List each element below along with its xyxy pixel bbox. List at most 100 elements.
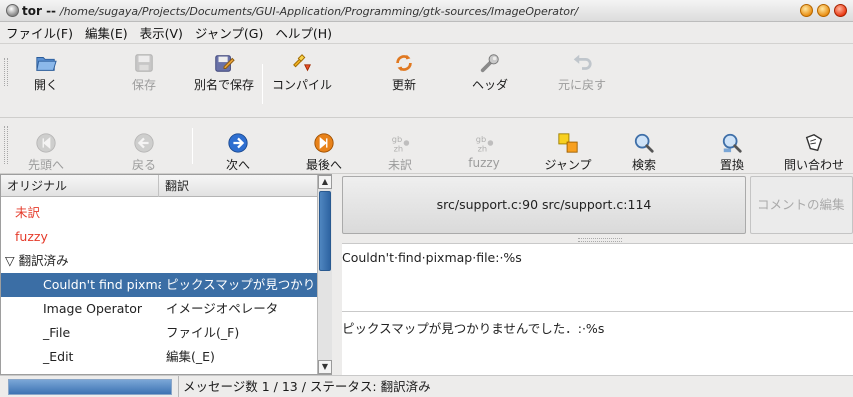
next-icon [228,133,248,153]
jump-icon [558,133,578,153]
original-text-view[interactable]: Couldn't·find·pixmap·file:·%s [342,243,853,311]
compile-label: コンパイル [271,78,332,92]
first-icon [36,133,56,153]
toolbar-separator [262,64,263,104]
fuzzy-button[interactable]: gb zh fuzzy [452,132,516,170]
next-label: 次へ [225,158,250,172]
jump-button[interactable]: ジャンプ [536,132,600,173]
edit-comment-button[interactable]: コメントの編集 [750,176,853,234]
window-titlebar: tor -- /home/sugaya/Projects/Documents/G… [0,0,853,22]
tree-row-translated-group[interactable]: ▽ 翻訳済み [1,249,317,273]
menu-file[interactable]: ファイル(F) [6,23,73,42]
tree-row[interactable]: _Edit 編集(_E) [1,345,317,369]
row-original: Image Operator [43,301,143,316]
header-label: ヘッダ [471,78,508,92]
fuzzy-label: fuzzy [468,156,500,170]
tree-scrollbar[interactable]: ▲ ▼ [317,175,332,374]
translation-progress-bar [8,379,172,395]
row-translation: ピックスマップが見つかりませんでした [166,277,316,292]
next-button[interactable]: 次へ [206,132,270,173]
menubar: ファイル(F) 編集(E) 表示(V) ジャンプ(G) ヘルプ(H) [0,22,853,44]
svg-text:zh: zh [394,143,404,153]
toolbar-grip[interactable] [4,126,8,164]
svg-text:zh: zh [478,143,488,153]
save-as-button[interactable]: 別名で保存 [192,52,256,93]
query-label: 問い合わせ [783,158,844,172]
last-label: 最後へ [305,158,342,172]
row-translation: 編集(_E) [166,349,215,364]
compile-button[interactable]: コンパイル [270,52,334,93]
last-icon [314,133,334,153]
statusbar: メッセージ数 1 / 13 / ステータス: 翻訳済み [0,375,853,397]
update-label: 更新 [391,78,416,92]
header-button[interactable]: ヘッダ [458,52,522,93]
fuzzy-icon: gb zh [476,134,494,153]
save-as-label: 別名で保存 [193,78,254,92]
open-button[interactable]: 開く [14,52,78,93]
tree-row-selected[interactable]: Couldn't find pixmap file: %s ピックスマップが見つ… [1,273,317,297]
window-title-path: /home/sugaya/Projects/Documents/GUI-Appl… [59,4,579,18]
column-header-translation[interactable]: 翻訳 [159,175,317,197]
undo-button[interactable]: 元に戻す [550,52,614,93]
query-button[interactable]: 問い合わせ [782,132,846,173]
first-label: 先頭へ [27,158,64,172]
tree-row[interactable]: Image Operator イメージオペレータ [1,297,317,321]
save-button[interactable]: 保存 [112,52,176,93]
update-icon [396,54,412,72]
maximize-button[interactable] [817,4,830,17]
compile-icon [293,54,311,72]
scrollbar-thumb[interactable] [319,191,331,271]
toolbar-separator [192,128,193,164]
tree-row-untranslated[interactable]: 未訳 [1,201,317,225]
untranslated-label: 未訳 [387,158,412,172]
update-button[interactable]: 更新 [372,52,436,93]
menu-help[interactable]: ヘルプ(H) [275,23,332,42]
close-button[interactable] [834,4,847,17]
window-title-prefix: tor -- [22,3,57,18]
tree-row-fuzzy[interactable]: fuzzy [1,225,317,249]
tree-row[interactable]: _File ファイル(_F) [1,321,317,345]
untranslated-button[interactable]: gb zh 未訳 [368,132,432,173]
save-icon [135,54,153,72]
row-original: _File [43,325,71,340]
app-icon[interactable] [6,4,19,17]
replace-icon [722,133,742,153]
minimize-button[interactable] [800,4,813,17]
message-tree[interactable]: オリジナル 翻訳 未訳 fuzzy ▽ 翻訳済み Couldn't find p… [0,174,332,375]
menu-view[interactable]: 表示(V) [140,23,183,42]
undo-label: 元に戻す [557,78,606,92]
scroll-up-arrow-icon[interactable]: ▲ [318,175,332,189]
jump-label: ジャンプ [544,158,592,172]
row-original: Couldn't find pixmap file: %s [43,277,161,292]
search-label: 検索 [631,158,656,172]
menu-jump[interactable]: ジャンプ(G) [195,23,263,42]
row-original: 未訳 [15,205,41,220]
tree-header: オリジナル 翻訳 [1,175,317,197]
row-original: ▽ 翻訳済み [5,253,69,268]
replace-label: 置換 [719,158,744,172]
pane-handle[interactable] [578,238,622,242]
scroll-down-arrow-icon[interactable]: ▼ [318,360,332,374]
window-title: tor -- /home/sugaya/Projects/Documents/G… [22,4,800,18]
undo-icon [573,54,592,70]
main-toolbar: 開く 保存 別名で保存 コンパイル 更新 ヘッダ 元に戻す [0,44,853,118]
open-label: 開く [33,78,58,92]
save-label: 保存 [131,78,156,92]
open-folder-icon [36,57,57,71]
back-button[interactable]: 戻る [112,132,176,173]
column-header-original[interactable]: オリジナル [1,175,159,197]
search-icon [634,133,654,153]
search-button[interactable]: 検索 [612,132,676,173]
save-as-icon [215,55,235,72]
toolbar-grip[interactable] [4,58,8,86]
back-icon [134,133,154,153]
translation-text-view[interactable]: ピックスマップが見つかりませんでした．:·%s [342,311,853,375]
row-translation: イメージオペレータ [166,301,279,316]
reference-button[interactable]: src/support.c:90 src/support.c:114 [342,176,746,234]
replace-button[interactable]: 置換 [700,132,764,173]
first-button[interactable]: 先頭へ [14,132,78,173]
last-button[interactable]: 最後へ [292,132,356,173]
header-wrench-icon [480,54,499,73]
row-translation: ファイル(_F) [166,325,240,340]
menu-edit[interactable]: 編集(E) [85,23,128,42]
